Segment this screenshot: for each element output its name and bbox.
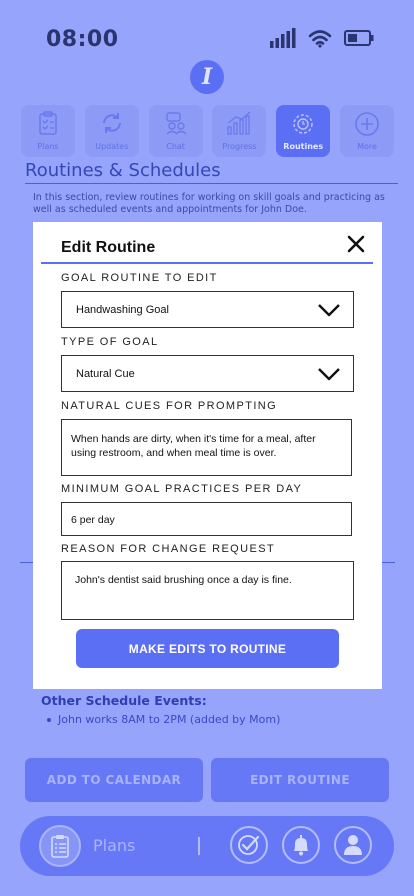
events-list: John works 8AM to 2PM (added by Mom) (47, 713, 280, 726)
notifications-tab-button[interactable] (282, 826, 320, 864)
events-heading: Other Schedule Events: (41, 693, 207, 708)
tab-label: Chat (166, 142, 185, 151)
clipboard-icon (51, 835, 69, 858)
min-practices-input[interactable]: 6 per day (61, 502, 352, 536)
status-time: 08:00 (46, 27, 119, 52)
bell-icon (294, 835, 308, 856)
nav-tabs: Plans Updates Chat Progress Routines Mor… (21, 105, 394, 157)
reason-textarea[interactable]: John's dentist said brushing once a day … (61, 561, 354, 620)
goal-type-value: Natural Cue (76, 367, 135, 380)
tab-routines[interactable]: Routines (276, 105, 331, 157)
wifi-icon (308, 29, 332, 48)
gear-clock-icon (293, 114, 313, 134)
tab-separator (198, 837, 200, 855)
list-item: John works 8AM to 2PM (added by Mom) (47, 713, 280, 726)
status-icons (270, 28, 374, 48)
app-logo[interactable]: I (190, 60, 224, 94)
tab-label: Plans (37, 142, 59, 151)
modal-divider (41, 262, 373, 264)
tab-label: More (357, 142, 377, 151)
tasks-tab-button[interactable] (230, 826, 268, 864)
tab-label: Routines (283, 142, 324, 151)
tab-plans[interactable]: Plans (21, 105, 75, 157)
tab-more[interactable]: More (339, 105, 394, 157)
page-title: Routines & Schedules (25, 160, 221, 181)
user-icon (344, 835, 362, 855)
tab-label: Updates (95, 142, 129, 151)
add-to-calendar-button[interactable]: ADD TO CALENDAR (25, 758, 203, 802)
page-intro: In this section, review routines for wor… (33, 192, 385, 215)
clipboard-icon (39, 111, 57, 135)
bottom-tab-bar: Plans (20, 816, 394, 876)
make-edits-button[interactable]: MAKE EDITS TO ROUTINE (76, 629, 339, 668)
chart-icon (227, 111, 251, 135)
plans-tab-button[interactable] (39, 825, 81, 867)
modal-title: Edit Routine (61, 239, 156, 256)
signal-icon (270, 28, 296, 48)
goal-routine-label: GOAL ROUTINE TO EDIT (61, 272, 218, 284)
natural-cues-textarea[interactable]: When hands are dirty, when it's time for… (61, 419, 352, 476)
event-text: John works 8AM to 2PM (added by Mom) (58, 713, 281, 726)
profile-tab-button[interactable] (334, 826, 372, 864)
goal-routine-select[interactable]: Handwashing Goal (61, 291, 354, 328)
refresh-icon (102, 113, 121, 133)
plus-circle-icon (355, 112, 379, 136)
bullet-icon (47, 717, 51, 722)
goal-type-label: TYPE OF GOAL (61, 336, 159, 348)
min-practices-label: MINIMUM GOAL PRACTICES PER DAY (61, 483, 303, 495)
title-divider (25, 183, 398, 184)
chat-icon (165, 112, 187, 135)
reason-label: REASON FOR CHANGE REQUEST (61, 543, 276, 555)
goal-type-select[interactable]: Natural Cue (61, 355, 354, 392)
tab-updates[interactable]: Updates (84, 105, 139, 157)
close-icon[interactable] (344, 232, 368, 256)
natural-cues-label: NATURAL CUES FOR PROMPTING (61, 400, 278, 412)
tab-progress[interactable]: Progress (212, 105, 267, 157)
chevron-down-icon (318, 368, 340, 381)
check-circle-icon (238, 835, 260, 855)
battery-icon (344, 30, 374, 46)
plans-tab-label[interactable]: Plans (93, 836, 135, 855)
goal-routine-value: Handwashing Goal (76, 303, 169, 316)
tab-chat[interactable]: Chat (148, 105, 203, 157)
edit-routine-modal: Edit Routine GOAL ROUTINE TO EDIT Handwa… (33, 222, 382, 689)
tab-label: Progress (222, 142, 257, 151)
chevron-down-icon (318, 304, 340, 317)
edit-routine-button[interactable]: EDIT ROUTINE (211, 758, 389, 802)
